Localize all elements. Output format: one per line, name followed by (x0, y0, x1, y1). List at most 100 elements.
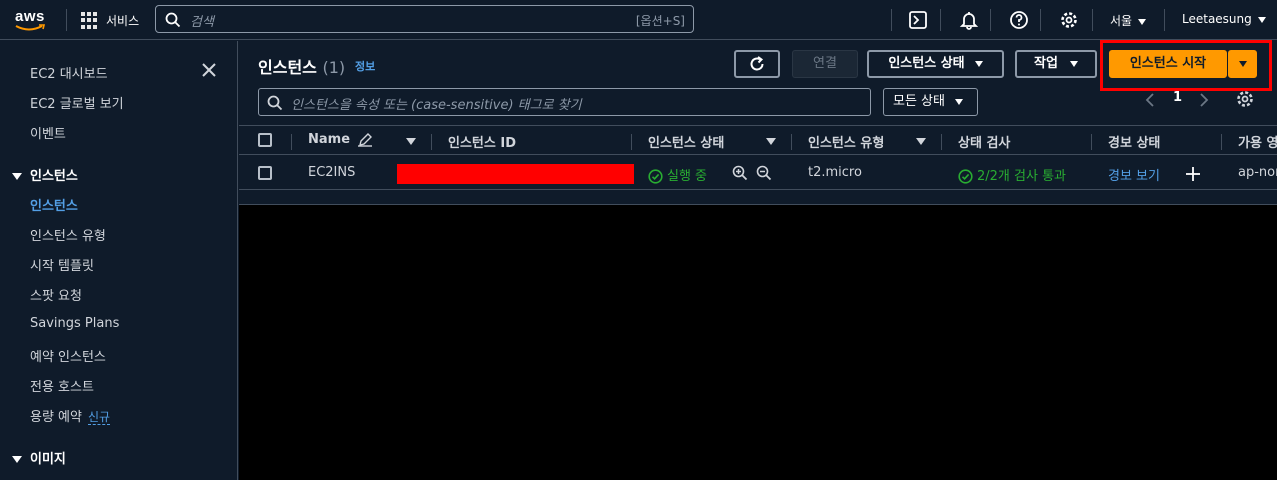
instance-count: (1) (322, 58, 346, 77)
help-icon[interactable] (1009, 10, 1029, 30)
close-icon[interactable] (200, 61, 218, 79)
divider (940, 9, 941, 31)
smile-arrow-icon (15, 24, 46, 31)
search-shortcut: [옵션+S] (635, 14, 685, 28)
view-alarms-link[interactable]: 경보 보기 (1108, 165, 1160, 184)
services-grid-icon[interactable] (81, 12, 98, 29)
refresh-icon (750, 56, 764, 71)
state-filter-select[interactable]: 모든 상태 (883, 88, 978, 116)
sidebar-section-instances[interactable]: 인스턴스 (12, 165, 78, 184)
column-divider (941, 134, 942, 150)
select-all-checkbox[interactable] (258, 133, 272, 147)
section-label: 이미지 (30, 452, 66, 467)
search-icon (165, 12, 181, 28)
page-title: 인스턴스 (1) (258, 54, 345, 78)
availability-zone: ap-nor (1238, 165, 1277, 180)
sidebar-item-ec2-dashboard[interactable]: EC2 대시보드 (30, 63, 108, 82)
actions-button[interactable]: 작업 (1015, 50, 1097, 78)
instance-name: EC2INS (308, 165, 356, 180)
instance-state: 실행 중 (648, 165, 707, 184)
check-circle-icon (648, 169, 663, 184)
button-label: 인스턴스 상태 (888, 56, 965, 71)
chevron-right-icon[interactable] (1197, 92, 1211, 108)
divider (1092, 9, 1093, 31)
divider (990, 9, 991, 31)
plus-icon[interactable] (1185, 166, 1201, 182)
sidebar-item-dedicated-hosts[interactable]: 전용 호스트 (30, 376, 94, 395)
button-label: 작업 (1034, 56, 1058, 71)
search-placeholder: 검색 (190, 15, 214, 30)
caret-down-icon (12, 173, 22, 180)
empty-details-pane (239, 205, 1277, 480)
divider (66, 9, 67, 31)
region-label: 서울 (1110, 14, 1133, 28)
column-header-instance-state[interactable]: 인스턴스 상태 (648, 132, 724, 151)
divider (1164, 9, 1165, 31)
sidebar-item-instance-types[interactable]: 인스턴스 유형 (30, 225, 106, 244)
services-menu[interactable]: 서비스 (106, 12, 139, 29)
column-header-instance-type[interactable]: 인스턴스 유형 (808, 132, 884, 151)
connect-button[interactable]: 연결 (792, 50, 858, 78)
column-header-availability-zone[interactable]: 가용 영 (1238, 132, 1277, 151)
section-label: 인스턴스 (30, 169, 78, 184)
refresh-button[interactable] (734, 50, 780, 78)
info-link[interactable]: 정보 (355, 58, 375, 74)
divider (1040, 9, 1041, 31)
instance-filter-input[interactable]: 인스턴스을 속성 또는 (case-sensitive) 태그로 찾기 (258, 88, 871, 116)
zoom-in-icon[interactable] (732, 165, 748, 181)
divider (891, 9, 892, 31)
sidebar-item-savings-plans[interactable]: Savings Plans (30, 316, 119, 331)
sort-icon[interactable] (766, 138, 776, 145)
column-header-instance-id[interactable]: 인스턴스 ID (448, 132, 516, 151)
edit-pencil-icon (357, 132, 372, 147)
region-selector[interactable]: 서울 (1110, 12, 1147, 29)
account-menu[interactable]: Leetaesung (1182, 12, 1266, 26)
cloudshell-icon[interactable] (908, 10, 928, 30)
sidebar-item-reserved-instances[interactable]: 예약 인스턴스 (30, 346, 106, 365)
state-label: 실행 중 (667, 169, 708, 184)
table-row[interactable]: EC2INS 실행 중 t2.micro 2/2개 검사 통과 경보 보기 ap… (239, 156, 1277, 190)
select-label: 모든 상태 (893, 94, 945, 109)
global-search[interactable]: 검색 [옵션+S] (155, 5, 694, 33)
table-settings-icon[interactable] (1235, 89, 1255, 109)
highlight-annotation (1100, 40, 1272, 91)
top-navigation: aws 서비스 검색 [옵션+S] 서울 Leetaesung (0, 0, 1277, 40)
chevron-down-icon (1257, 16, 1266, 23)
sidebar-item-spot-requests[interactable]: 스팟 요청 (30, 285, 82, 304)
chevron-left-icon[interactable] (1143, 92, 1157, 108)
column-header-name[interactable]: Name (308, 132, 373, 147)
sidebar-item-instances[interactable]: 인스턴스 (30, 195, 78, 214)
main-content: 인스턴스 (1) 정보 연결 인스턴스 상태 작업 인스턴스 시작 인스턴스을 … (239, 40, 1277, 480)
sort-icon[interactable] (406, 138, 416, 145)
caret-down-icon (974, 60, 983, 67)
column-divider (1091, 134, 1092, 150)
column-divider (631, 134, 632, 150)
column-divider (431, 134, 432, 150)
sidebar: EC2 대시보드 EC2 글로벌 보기 이벤트 인스턴스 인스턴스 인스턴스 유… (0, 41, 238, 480)
chevron-down-icon (1138, 18, 1147, 25)
status-check: 2/2개 검사 통과 (958, 165, 1066, 184)
filter-placeholder: 인스턴스을 속성 또는 (case-sensitive) 태그로 찾기 (291, 98, 582, 113)
aws-logo[interactable]: aws (14, 8, 50, 32)
redacted-instance-id (397, 164, 634, 184)
instance-type: t2.micro (808, 165, 862, 180)
column-divider (291, 134, 292, 150)
bell-icon[interactable] (959, 10, 979, 30)
column-header-alarm-status[interactable]: 경보 상태 (1108, 132, 1160, 151)
settings-icon[interactable] (1059, 10, 1079, 30)
instance-state-button[interactable]: 인스턴스 상태 (867, 50, 1004, 78)
sidebar-item-events[interactable]: 이벤트 (30, 123, 66, 142)
sidebar-section-images[interactable]: 이미지 (12, 448, 66, 467)
table-header: Name 인스턴스 ID 인스턴스 상태 인스턴스 유형 상태 검사 경보 상태… (239, 125, 1277, 155)
header-label: Name (308, 132, 351, 147)
sidebar-item-launch-templates[interactable]: 시작 템플릿 (30, 255, 94, 274)
title-text: 인스턴스 (258, 58, 317, 77)
row-checkbox[interactable] (258, 166, 272, 180)
column-header-status-check[interactable]: 상태 검사 (958, 132, 1010, 151)
caret-down-icon (12, 456, 22, 463)
sidebar-item-global-view[interactable]: EC2 글로벌 보기 (30, 93, 124, 112)
sidebar-item-capacity-reservations[interactable]: 용량 예약 신규 (30, 406, 111, 425)
sort-icon[interactable] (916, 138, 926, 145)
zoom-out-icon[interactable] (756, 165, 772, 181)
page-number[interactable]: 1 (1173, 90, 1182, 105)
